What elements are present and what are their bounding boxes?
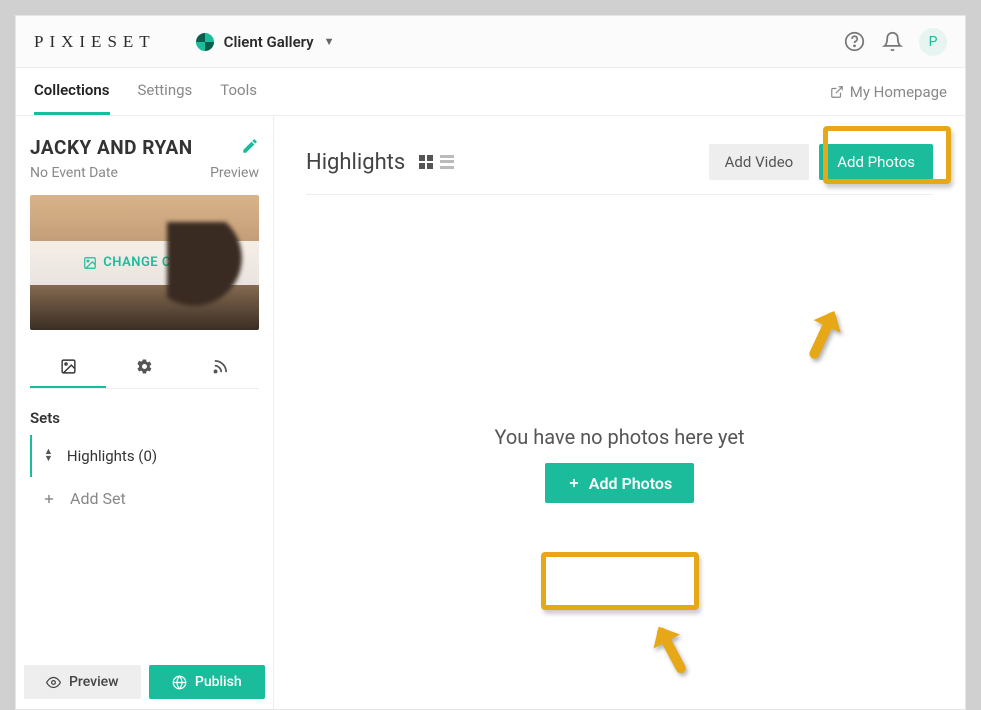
my-homepage-link[interactable]: My Homepage xyxy=(830,68,947,115)
avatar[interactable]: P xyxy=(919,28,947,56)
sidebar: JACKY AND RYAN No Event Date Preview CHA… xyxy=(16,116,274,709)
annotation-arrow-top xyxy=(800,301,850,365)
main-header: Highlights Add Video Add Photos xyxy=(306,144,933,195)
tab-collections[interactable]: Collections xyxy=(34,68,110,115)
app-switcher-label: Client Gallery xyxy=(224,33,314,51)
tab-settings[interactable]: Settings xyxy=(138,68,193,115)
preview-link[interactable]: Preview xyxy=(210,165,259,181)
main: Highlights Add Video Add Photos You have… xyxy=(274,116,965,709)
annotation-arrow-center xyxy=(644,616,694,680)
globe-icon xyxy=(172,675,187,690)
plus-icon xyxy=(42,492,56,506)
external-link-icon xyxy=(830,85,844,99)
sidebar-tab-settings[interactable] xyxy=(106,346,182,388)
grid-view-icon[interactable] xyxy=(419,155,434,170)
change-cover-button[interactable]: CHANGE COVER xyxy=(30,241,259,285)
chevron-down-icon: ▼ xyxy=(324,35,335,48)
gear-icon xyxy=(136,358,153,375)
add-video-button[interactable]: Add Video xyxy=(709,144,810,180)
main-title: Highlights xyxy=(306,150,405,175)
sidebar-tab-photos[interactable] xyxy=(30,346,106,388)
help-icon[interactable] xyxy=(835,23,873,61)
notifications-icon[interactable] xyxy=(873,23,911,61)
app-switcher[interactable]: Client Gallery ▼ xyxy=(196,33,335,51)
collection-title-row: JACKY AND RYAN xyxy=(30,136,259,159)
list-view-icon[interactable] xyxy=(440,155,455,170)
app-window: PIXIESET Client Gallery ▼ P Collections … xyxy=(15,15,966,710)
plus-icon xyxy=(567,476,581,490)
empty-state-text: You have no photos here yet xyxy=(494,425,744,449)
preview-button[interactable]: Preview xyxy=(24,665,141,699)
view-toggle xyxy=(419,155,455,170)
photos-icon xyxy=(60,358,77,375)
collection-title: JACKY AND RYAN xyxy=(30,136,193,159)
set-item-highlights[interactable]: ▲▼ Highlights (0) xyxy=(30,435,259,477)
top-header: PIXIESET Client Gallery ▼ P xyxy=(16,16,965,68)
client-gallery-icon xyxy=(196,33,214,51)
no-event-date: No Event Date xyxy=(30,165,118,181)
set-item-label: Highlights (0) xyxy=(67,447,157,465)
collection-meta: No Event Date Preview xyxy=(30,165,259,181)
eye-icon xyxy=(46,675,61,690)
tabs-row: Collections Settings Tools My Homepage xyxy=(16,68,965,116)
brand-logo: PIXIESET xyxy=(34,32,196,52)
publish-button[interactable]: Publish xyxy=(149,665,266,699)
body: JACKY AND RYAN No Event Date Preview CHA… xyxy=(16,116,965,709)
add-photos-button-top[interactable]: Add Photos xyxy=(819,144,933,180)
add-set-button[interactable]: Add Set xyxy=(30,477,259,520)
annotation-highlight-center xyxy=(541,552,699,610)
sets-label: Sets xyxy=(30,409,259,427)
sort-handle-icon[interactable]: ▲▼ xyxy=(44,449,53,463)
cover-image: CHANGE COVER xyxy=(30,195,259,330)
sidebar-tab-rss[interactable] xyxy=(183,346,259,388)
rss-icon xyxy=(212,358,229,375)
tab-tools[interactable]: Tools xyxy=(220,68,257,115)
empty-state: You have no photos here yet Add Photos xyxy=(306,425,933,503)
sidebar-tabs xyxy=(30,346,259,389)
image-icon xyxy=(83,256,97,270)
pencil-icon[interactable] xyxy=(241,137,259,159)
add-photos-button-center[interactable]: Add Photos xyxy=(545,463,694,503)
sidebar-footer: Preview Publish xyxy=(16,655,273,709)
